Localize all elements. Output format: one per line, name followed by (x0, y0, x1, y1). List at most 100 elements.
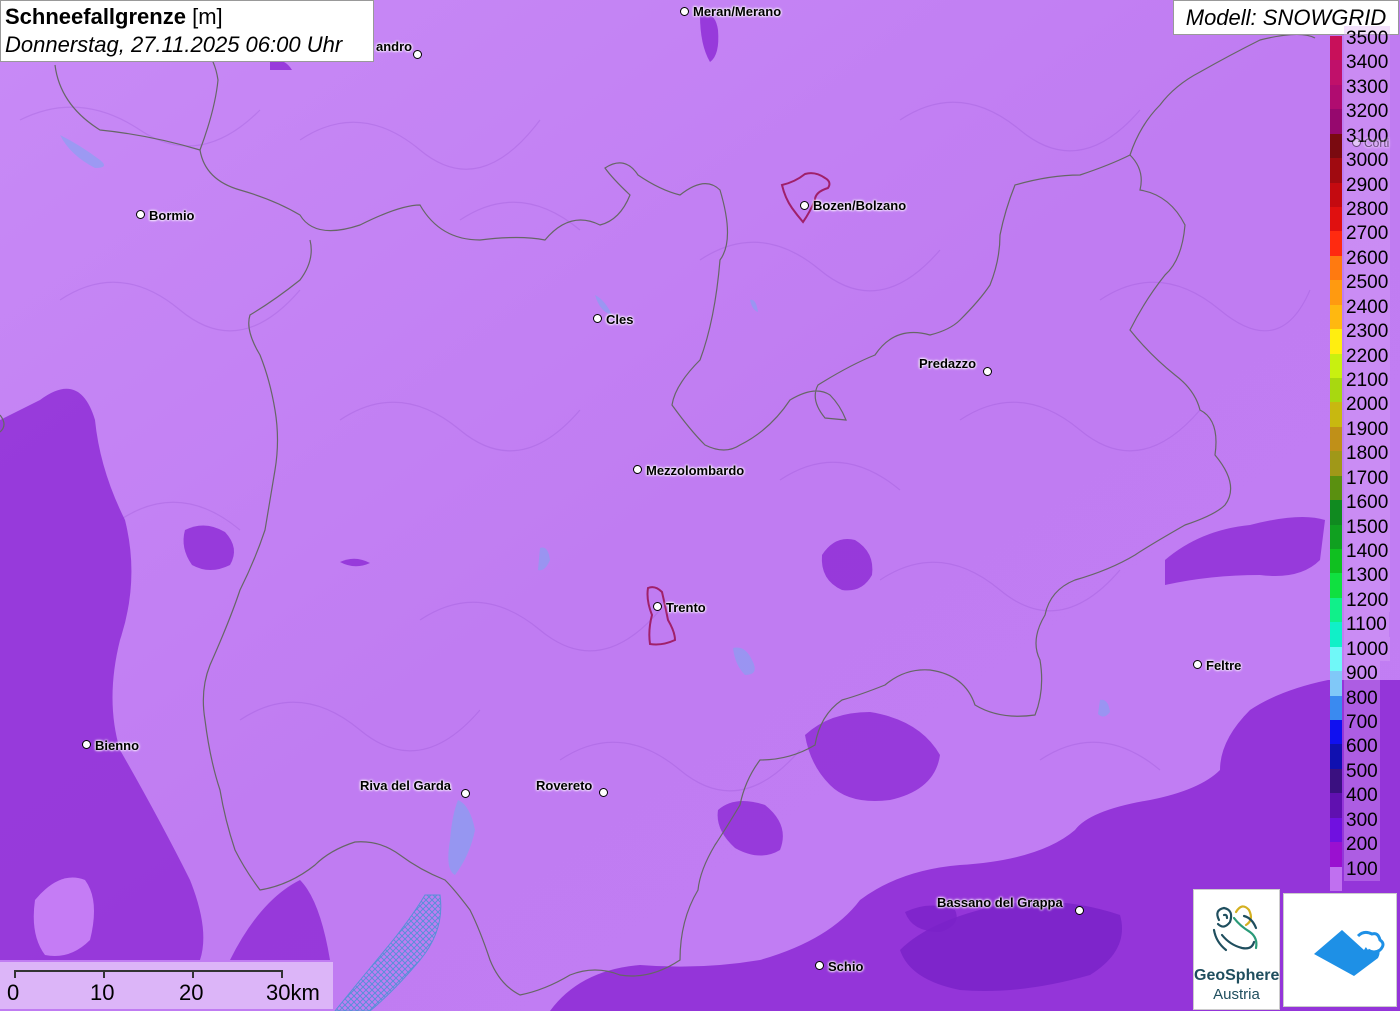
legend-row: 600 (1328, 734, 1400, 769)
legend-row: 900 (1328, 661, 1400, 696)
city-label[interactable]: Riva del Garda (360, 778, 451, 793)
legend-label: 1800 (1344, 441, 1391, 466)
scale-label: 0 (7, 980, 20, 1005)
legend-row: 1900 (1328, 416, 1400, 452)
legend-label: 3200 (1344, 99, 1391, 124)
legend-label: 500 (1344, 758, 1380, 784)
city-marker[interactable] (633, 465, 642, 474)
legend-row: 800 (1328, 685, 1400, 720)
city-marker[interactable] (599, 788, 608, 797)
title-box: Schneefallgrenze [m] Donnerstag, 27.11.2… (0, 0, 374, 62)
legend-label: 1100 (1344, 612, 1389, 637)
legend-row: 1200 (1328, 587, 1400, 623)
scale-tick (192, 970, 194, 978)
legend-label: 2000 (1344, 392, 1391, 417)
legend-row: 2200 (1328, 343, 1400, 378)
geosphere-logo[interactable]: GeoSphere Austria (1193, 889, 1280, 1010)
legend-label: 2900 (1344, 172, 1391, 197)
legend-label: 1500 (1344, 514, 1391, 539)
city-marker[interactable] (983, 367, 992, 376)
legend-row: 2000 (1328, 392, 1400, 427)
city-label[interactable]: andro (376, 39, 412, 54)
map-title: Schneefallgrenze [m] (5, 4, 223, 29)
city-marker[interactable] (82, 740, 91, 749)
snowline-map[interactable] (0, 0, 1400, 1011)
city-label[interactable]: Rovereto (536, 778, 592, 793)
city-label[interactable]: Meran/Merano (693, 4, 781, 19)
city-label[interactable]: Bormio (149, 208, 195, 223)
logo-text: GeoSphere (1194, 967, 1280, 984)
legend-label: 1900 (1344, 416, 1391, 442)
legend-row: 2600 (1328, 245, 1400, 281)
city-label[interactable]: Corti (1364, 136, 1389, 150)
city-marker[interactable] (653, 602, 662, 611)
legend-row: 2500 (1328, 270, 1400, 305)
scale-label: 10 (90, 980, 115, 1005)
legend-row: 1000 (1328, 636, 1400, 672)
legend-row: 1300 (1328, 563, 1400, 598)
legend-row: 700 (1328, 710, 1400, 745)
legend-label: 700 (1344, 710, 1380, 735)
city-marker[interactable] (1193, 660, 1202, 669)
legend-label: 1400 (1344, 539, 1391, 564)
legend-label: 400 (1344, 783, 1380, 808)
legend-label: 3500 (1344, 26, 1391, 51)
legend-label: 2800 (1344, 197, 1391, 222)
city-label[interactable]: Schio (828, 959, 863, 974)
legend-label: 2300 (1344, 319, 1391, 344)
scale-label: 20 (179, 980, 204, 1005)
city-marker[interactable] (461, 789, 470, 798)
legend-label: 3300 (1344, 74, 1391, 100)
city-label[interactable]: Predazzo (919, 356, 976, 371)
legend-row: 2100 (1328, 368, 1400, 403)
legend-row: 400 (1328, 783, 1400, 818)
city-label[interactable]: Cles (606, 312, 633, 327)
scale-bar: 0 10 20 30km (0, 962, 333, 1009)
scale-label: 30km (266, 980, 320, 1005)
legend-row: 2300 (1328, 319, 1400, 354)
legend-label: 1200 (1344, 587, 1391, 613)
city-marker[interactable] (800, 201, 809, 210)
logo-subtext: Austria (1213, 986, 1260, 1003)
legend-row: 2800 (1328, 197, 1400, 232)
city-marker[interactable] (413, 50, 422, 59)
legend-label: 3000 (1344, 148, 1391, 173)
city-label[interactable]: Trento (666, 600, 706, 615)
map-datetime: Donnerstag, 27.11.2025 06:00 Uhr (5, 32, 343, 57)
legend-row: 3300 (1328, 74, 1400, 110)
legend-row: 1500 (1328, 514, 1400, 549)
scale-tick (281, 970, 283, 978)
app-logo[interactable] (1283, 893, 1397, 1007)
legend-label: 1300 (1344, 563, 1391, 588)
legend-swatch (1330, 866, 1342, 891)
legend-label: 2400 (1344, 294, 1391, 320)
legend-label: 2500 (1344, 270, 1391, 295)
city-label[interactable]: Bassano del Grappa (937, 895, 1063, 910)
legend-label: 2700 (1344, 221, 1391, 246)
legend-row: 1400 (1328, 539, 1400, 574)
city-label[interactable]: Feltre (1206, 658, 1241, 673)
legend-row: 1100 (1328, 612, 1400, 647)
city-marker[interactable] (1075, 906, 1084, 915)
city-label[interactable]: Bozen/Bolzano (813, 198, 906, 213)
legend-row: 2900 (1328, 172, 1400, 207)
legend-label: 2600 (1344, 245, 1391, 271)
legend-label: 900 (1344, 661, 1380, 686)
city-marker[interactable] (1352, 138, 1361, 147)
city-marker[interactable] (815, 961, 824, 970)
legend-row: 3500 (1328, 26, 1400, 61)
legend-row: 300 (1328, 807, 1400, 843)
scale-tick (14, 970, 16, 978)
city-label[interactable]: Bienno (95, 738, 139, 753)
scale-line (14, 970, 282, 972)
legend-row: 3000 (1328, 148, 1400, 183)
city-marker[interactable] (593, 314, 602, 323)
legend-label: 2100 (1344, 368, 1391, 393)
city-marker[interactable] (680, 7, 689, 16)
legend-row: 200 (1328, 832, 1400, 867)
legend-label: 1700 (1344, 465, 1391, 491)
city-marker[interactable] (136, 210, 145, 219)
city-label[interactable]: Mezzolombardo (646, 463, 744, 478)
legend-label: 3400 (1344, 50, 1391, 75)
legend-label: 200 (1344, 832, 1380, 857)
